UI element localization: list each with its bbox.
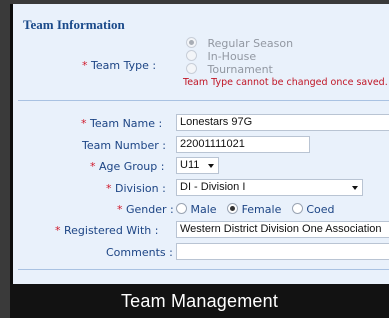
team-type-option-tournament[interactable]: Tournament bbox=[186, 63, 273, 76]
gender-radio-group: Male Female Coed bbox=[176, 203, 342, 216]
radio-male[interactable] bbox=[176, 203, 187, 214]
radio-female[interactable] bbox=[227, 203, 239, 214]
divider bbox=[18, 100, 389, 101]
chevron-down-icon bbox=[352, 186, 358, 190]
gender-option-female[interactable]: Female bbox=[227, 203, 281, 216]
section-title: Team Information bbox=[23, 17, 125, 32]
registered-with-label: * Registered With : bbox=[55, 224, 159, 237]
team-type-option-in-house[interactable]: In-House bbox=[186, 50, 256, 63]
division-select[interactable]: DI - Division I bbox=[176, 179, 363, 196]
team-type-label: * Team Type : bbox=[82, 59, 157, 72]
radio-tournament[interactable] bbox=[186, 63, 197, 74]
radio-regular-season[interactable] bbox=[186, 37, 197, 48]
registered-with-input[interactable]: Western District Division One Associatio… bbox=[176, 221, 389, 238]
divider bbox=[18, 269, 389, 270]
team-name-label: * Team Name : bbox=[81, 117, 163, 130]
team-number-label: Team Number : bbox=[82, 139, 166, 152]
caption-banner: Team Management bbox=[10, 284, 389, 318]
age-group-select[interactable]: U11 bbox=[176, 157, 219, 174]
team-information-panel: Team Information * Team Type : Regular S… bbox=[10, 4, 389, 293]
required-mark: * bbox=[82, 59, 88, 72]
team-number-input[interactable]: 22001111021 bbox=[176, 136, 310, 153]
radio-coed[interactable] bbox=[291, 203, 303, 214]
division-label: * Division : bbox=[106, 182, 166, 195]
gender-option-coed[interactable]: Coed bbox=[291, 203, 335, 216]
comments-label: Comments : bbox=[106, 246, 173, 259]
team-name-input[interactable]: Lonestars 97G bbox=[176, 114, 389, 131]
team-type-option-regular-season[interactable]: Regular Season bbox=[186, 37, 293, 50]
gender-label: * Gender : bbox=[117, 203, 174, 216]
team-type-note: Team Type cannot be changed once saved. bbox=[183, 77, 388, 88]
chevron-down-icon bbox=[208, 164, 214, 168]
gender-option-male[interactable]: Male bbox=[176, 203, 217, 216]
radio-in-house[interactable] bbox=[186, 50, 197, 61]
comments-input[interactable] bbox=[176, 243, 389, 260]
age-group-label: * Age Group : bbox=[90, 160, 165, 173]
